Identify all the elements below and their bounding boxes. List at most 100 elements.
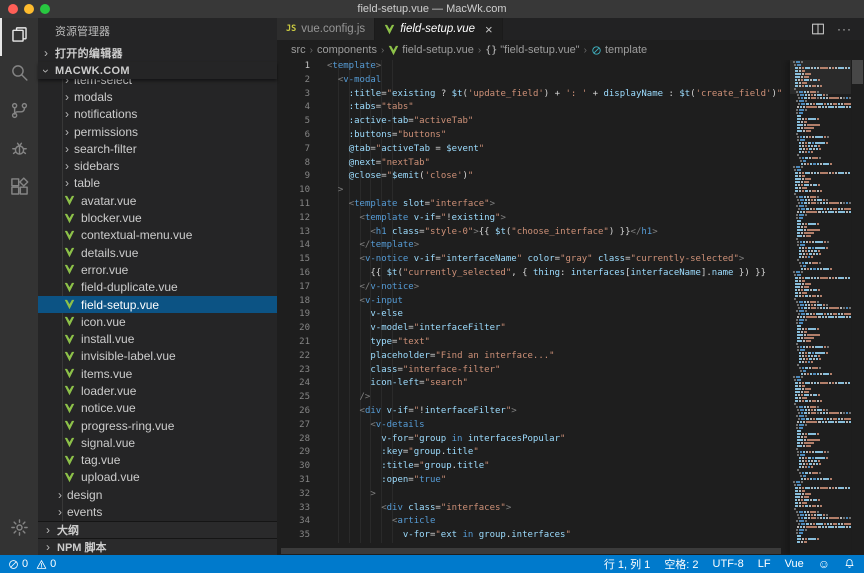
- tree-item-icon-vue[interactable]: icon.vue: [38, 313, 277, 330]
- tree-item-error-vue[interactable]: error.vue: [38, 261, 277, 278]
- cursor-position[interactable]: 行 1, 列 1: [604, 556, 650, 572]
- tree-item-tag-vue[interactable]: tag.vue: [38, 452, 277, 469]
- tree-item-blocker-vue[interactable]: blocker.vue: [38, 209, 277, 226]
- tree-item-details-vue[interactable]: details.vue: [38, 244, 277, 261]
- tree-item-design[interactable]: ›design: [38, 486, 277, 503]
- breadcrumb-separator: ›: [310, 45, 313, 56]
- activity-bar: [0, 18, 38, 555]
- activity-item-explorer[interactable]: [0, 18, 38, 56]
- line-number: 20: [277, 322, 310, 336]
- tree-item-loader-vue[interactable]: loader.vue: [38, 382, 277, 399]
- warning-count: 0: [50, 558, 56, 570]
- tree-item-progress-ring-vue[interactable]: progress-ring.vue: [38, 417, 277, 434]
- eol[interactable]: LF: [758, 558, 771, 570]
- tree-item-field-setup-vue[interactable]: field-setup.vue: [38, 296, 277, 313]
- line-number: 19: [277, 308, 310, 322]
- tree-item-upload-vue[interactable]: upload.vue: [38, 469, 277, 486]
- file-name: contextual-menu.vue: [81, 228, 192, 242]
- settings-icon: [10, 518, 29, 542]
- file-name: error.vue: [81, 263, 128, 277]
- vue-file-icon: [64, 455, 75, 466]
- tree-item-notice-vue[interactable]: notice.vue: [38, 400, 277, 417]
- tree-item-item-select[interactable]: ›item-select: [38, 79, 277, 88]
- tree-item-notifications[interactable]: ›notifications: [38, 106, 277, 123]
- close-window-button[interactable]: [8, 4, 18, 14]
- file-tree: ›item-select›modals›notifications›permis…: [38, 79, 277, 521]
- breadcrumb-item-field-setup-vue[interactable]: field-setup.vue: [388, 44, 474, 56]
- minimize-window-button[interactable]: [24, 4, 34, 14]
- outline-section[interactable]: › 大纲: [38, 521, 277, 538]
- chevron-right-icon: ›: [62, 178, 72, 188]
- line-number: 1: [277, 60, 310, 74]
- split-editor-button[interactable]: [811, 22, 825, 36]
- tree-item-signal-vue[interactable]: signal.vue: [38, 434, 277, 451]
- tree-item-permissions[interactable]: ›permissions: [38, 123, 277, 140]
- tree-item-avatar-vue[interactable]: avatar.vue: [38, 192, 277, 209]
- chevron-right-icon: ›: [43, 525, 53, 535]
- indent-guide: [370, 60, 371, 543]
- line-number: 5: [277, 115, 310, 129]
- problems-status[interactable]: 00: [8, 558, 56, 570]
- line-number: 23: [277, 364, 310, 378]
- extensions-icon: [10, 177, 29, 201]
- activity-item-source-control[interactable]: [0, 94, 38, 132]
- feedback-smiley-icon[interactable]: ☺: [818, 558, 830, 570]
- tree-item-events[interactable]: ›events: [38, 503, 277, 520]
- workspace-root-section[interactable]: › MACWK.COM: [38, 62, 277, 79]
- tree-item-search-filter[interactable]: ›search-filter: [38, 140, 277, 157]
- zoom-window-button[interactable]: [40, 4, 50, 14]
- file-name: field-duplicate.vue: [81, 280, 178, 294]
- vue-file-icon: [64, 403, 75, 414]
- tree-item-modals[interactable]: ›modals: [38, 88, 277, 105]
- activity-item-debug[interactable]: [0, 132, 38, 170]
- code-line: {{ $t("currently_selected", { thing: int…: [327, 267, 864, 281]
- close-tab-icon[interactable]: ×: [485, 23, 493, 36]
- vertical-scrollbar-thumb[interactable]: [852, 60, 863, 84]
- code-line: </template>: [327, 239, 864, 253]
- breadcrumb-item-src[interactable]: src: [291, 44, 306, 56]
- tree-item-items-vue[interactable]: items.vue: [38, 365, 277, 382]
- vue-file-icon: [64, 299, 75, 310]
- tree-item-install-vue[interactable]: install.vue: [38, 330, 277, 347]
- notifications-bell-icon[interactable]: [844, 558, 856, 570]
- breadcrumb-item-template[interactable]: template: [591, 44, 647, 56]
- tab-vue-config-js[interactable]: JSvue.config.js: [277, 18, 375, 40]
- activity-item-settings[interactable]: [0, 511, 38, 549]
- activity-item-extensions[interactable]: [0, 170, 38, 208]
- line-number: 2: [277, 74, 310, 88]
- breadcrumb-item--field-setup-vue-[interactable]: {}"field-setup.vue": [485, 44, 579, 56]
- tree-item-contextual-menu-vue[interactable]: contextual-menu.vue: [38, 227, 277, 244]
- open-editors-section[interactable]: › 打开的编辑器: [38, 44, 277, 62]
- tree-item-field-duplicate-vue[interactable]: field-duplicate.vue: [38, 279, 277, 296]
- tree-item-table[interactable]: ›table: [38, 175, 277, 192]
- minimap[interactable]: [790, 60, 851, 555]
- vue-file-icon: [64, 385, 75, 396]
- breadcrumb-item-components[interactable]: components: [317, 44, 377, 56]
- code-editor[interactable]: 1234567891011121314151617181920212223242…: [277, 60, 864, 555]
- encoding[interactable]: UTF-8: [713, 558, 744, 570]
- folder-name: notifications: [74, 107, 137, 121]
- horizontal-scrollbar-thumb[interactable]: [281, 548, 781, 554]
- line-number: 31: [277, 474, 310, 488]
- indentation[interactable]: 空格: 2: [664, 556, 698, 572]
- code-line: type="text": [327, 336, 864, 350]
- code-line: class="interface-filter": [327, 364, 864, 378]
- activity-item-search[interactable]: [0, 56, 38, 94]
- vertical-scrollbar[interactable]: [851, 60, 864, 555]
- tree-item-sidebars[interactable]: ›sidebars: [38, 157, 277, 174]
- line-number: 9: [277, 170, 310, 184]
- line-number: 29: [277, 446, 310, 460]
- vue-file-icon: [64, 472, 75, 483]
- code-line: v-for="ext in group.interfaces": [327, 529, 864, 543]
- chevron-right-icon: ›: [62, 109, 72, 119]
- more-actions-button[interactable]: ···: [837, 22, 852, 36]
- language-mode[interactable]: Vue: [785, 558, 804, 570]
- folder-name: item-select: [74, 79, 132, 87]
- npm-scripts-section[interactable]: › NPM 脚本: [38, 538, 277, 555]
- editor-group: JSvue.config.jsfield-setup.vue×··· src›c…: [277, 18, 864, 555]
- tab-field-setup-vue[interactable]: field-setup.vue×: [375, 18, 502, 40]
- file-name: icon.vue: [81, 315, 126, 329]
- vue-file-icon: [388, 45, 399, 56]
- line-number: 13: [277, 226, 310, 240]
- tree-item-invisible-label-vue[interactable]: invisible-label.vue: [38, 348, 277, 365]
